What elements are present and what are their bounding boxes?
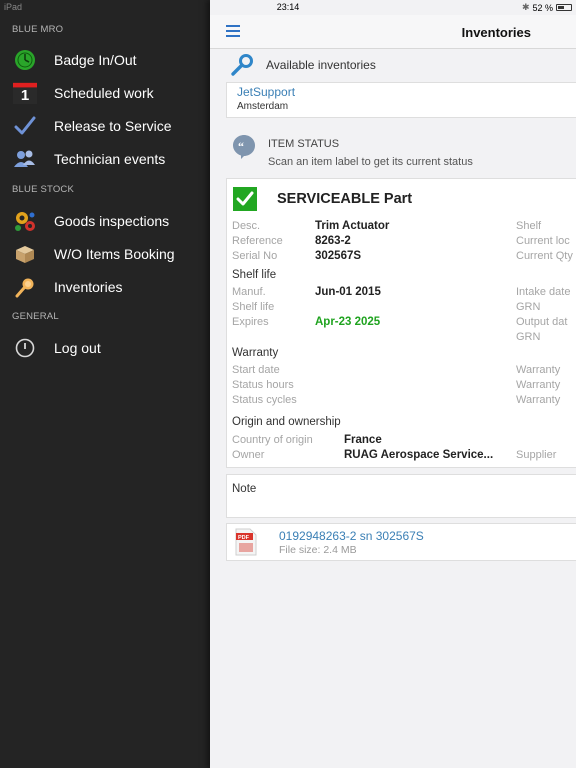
sidebar-item-goods-inspections[interactable]: Goods inspections: [0, 206, 210, 236]
page-title: Inventories: [461, 25, 531, 40]
attachment-filename: 0192948263-2 sn 302567S: [279, 529, 424, 543]
sidebar-item-label: Badge In/Out: [54, 52, 137, 68]
current-loc-label: Current loc: [516, 235, 570, 247]
magnifier-icon: [231, 54, 253, 76]
item-status-title: ITEM STATUS: [268, 138, 340, 150]
available-inventories-header: Available inventories: [230, 53, 376, 77]
warranty-label-2: Warranty: [516, 379, 561, 391]
status-time: 23:14: [276, 2, 300, 12]
reference-label: Reference: [232, 235, 283, 247]
shelf-label: Shelf: [516, 220, 542, 232]
sidebar-item-technician-events[interactable]: Technician events: [0, 144, 210, 174]
reference-value: 8263-2: [315, 235, 351, 247]
battery-icon: [556, 4, 572, 11]
desc-label: Desc.: [232, 220, 261, 232]
shelf-life-subheader: Shelf life: [232, 269, 277, 281]
battery-percent: 52 %: [532, 2, 553, 13]
status-right: ✱ 52 %: [522, 2, 572, 13]
warranty-subheader: Warranty: [232, 347, 279, 359]
section-header-blue-mro: BLUE MRO: [12, 24, 64, 35]
people-icon: [13, 147, 37, 171]
intake-date-label: Intake date: [516, 286, 571, 298]
inventory-name: JetSupport: [237, 85, 296, 99]
section-title: Available inventories: [266, 58, 376, 72]
inventory-location: Amsterdam: [237, 101, 289, 112]
status-bar: iPad 23:14 ✱ 52 %: [0, 0, 576, 15]
quote-icon: “: [233, 135, 255, 159]
desc-value: Trim Actuator: [315, 220, 390, 232]
sidebar-item-label: Scheduled work: [54, 85, 154, 101]
power-icon: [13, 336, 37, 360]
sidebar-item-label: Inventories: [54, 279, 123, 295]
calendar-icon: 1: [13, 81, 37, 105]
warranty-label-1: Warranty: [516, 364, 561, 376]
grn2-label: GRN: [516, 331, 541, 343]
sidebar-item-label: Goods inspections: [54, 213, 170, 229]
serial-label: Serial No: [232, 250, 278, 262]
sidebar-item-scheduled-work[interactable]: 1 Scheduled work: [0, 78, 210, 108]
navigation-bar: Inventories: [210, 15, 576, 49]
owner-value: RUAG Aerospace Service...: [344, 449, 494, 461]
sidebar-item-log-out[interactable]: Log out: [0, 333, 210, 363]
svg-text:“: “: [238, 139, 244, 153]
note-card[interactable]: Note: [226, 474, 576, 518]
section-header-blue-stock: BLUE STOCK: [12, 184, 75, 195]
sidebar: BLUE MRO Badge In/Out 1 Scheduled work R…: [0, 0, 210, 768]
manuf-value: Jun-01 2015: [315, 286, 381, 298]
sidebar-item-wo-items-booking[interactable]: W/O Items Booking: [0, 239, 210, 269]
supplier-label: Supplier: [516, 449, 557, 461]
bluetooth-icon: ✱: [521, 2, 530, 12]
sidebar-item-label: W/O Items Booking: [54, 246, 175, 262]
warranty-label-3: Warranty: [516, 394, 561, 406]
sidebar-item-label: Log out: [54, 340, 101, 356]
magnifier-icon: [13, 275, 37, 299]
current-qty-label: Current Qty: [516, 250, 573, 262]
sidebar-item-release-to-service[interactable]: Release to Service: [0, 111, 210, 141]
gears-icon: [13, 209, 37, 233]
sidebar-item-inventories[interactable]: Inventories: [0, 272, 210, 302]
sidebar-item-label: Technician events: [54, 151, 166, 167]
attachment-size: File size: 2.4 MB: [279, 544, 357, 556]
country-origin-value: France: [344, 434, 382, 446]
expires-value: Apr-23 2025: [315, 316, 381, 328]
calendar-day: 1: [20, 87, 30, 104]
sidebar-item-label: Release to Service: [54, 118, 172, 134]
serial-value: 302567S: [315, 250, 362, 262]
attachment-item[interactable]: PDF 0192948263-2 sn 302567S File size: 2…: [226, 523, 576, 561]
output-date-label: Output dat: [516, 316, 568, 328]
owner-label: Owner: [232, 449, 265, 461]
hamburger-menu-icon[interactable]: [226, 25, 240, 37]
item-status-card: SERVICEABLE Part Desc. Trim Actuator She…: [226, 178, 576, 468]
manuf-label: Manuf.: [232, 286, 266, 298]
checkmark-icon: [13, 114, 37, 138]
origin-subheader: Origin and ownership: [232, 416, 341, 428]
serviceable-check-icon: [233, 187, 257, 211]
status-hours-label: Status hours: [232, 379, 294, 391]
note-label: Note: [232, 483, 257, 495]
section-header-general: GENERAL: [12, 311, 59, 322]
country-origin-label: Country of origin: [232, 434, 313, 446]
item-state: SERVICEABLE Part: [277, 191, 413, 207]
item-status-hint: Scan an item label to get its current st…: [268, 156, 473, 168]
clock-icon: [13, 48, 37, 72]
inventory-selector[interactable]: JetSupport Amsterdam: [226, 82, 576, 118]
expires-label: Expires: [232, 316, 269, 328]
pdf-file-icon: PDF: [235, 528, 257, 556]
shelf-life-label: Shelf life: [232, 301, 275, 313]
sidebar-item-badge[interactable]: Badge In/Out: [0, 45, 210, 75]
start-date-label: Start date: [232, 364, 280, 376]
grn-label: GRN: [516, 301, 541, 313]
status-cycles-label: Status cycles: [232, 394, 297, 406]
box-icon: [13, 242, 37, 266]
pdf-label: PDF: [238, 535, 250, 541]
main-panel: Inventories Available inventories JetSup…: [210, 0, 576, 768]
